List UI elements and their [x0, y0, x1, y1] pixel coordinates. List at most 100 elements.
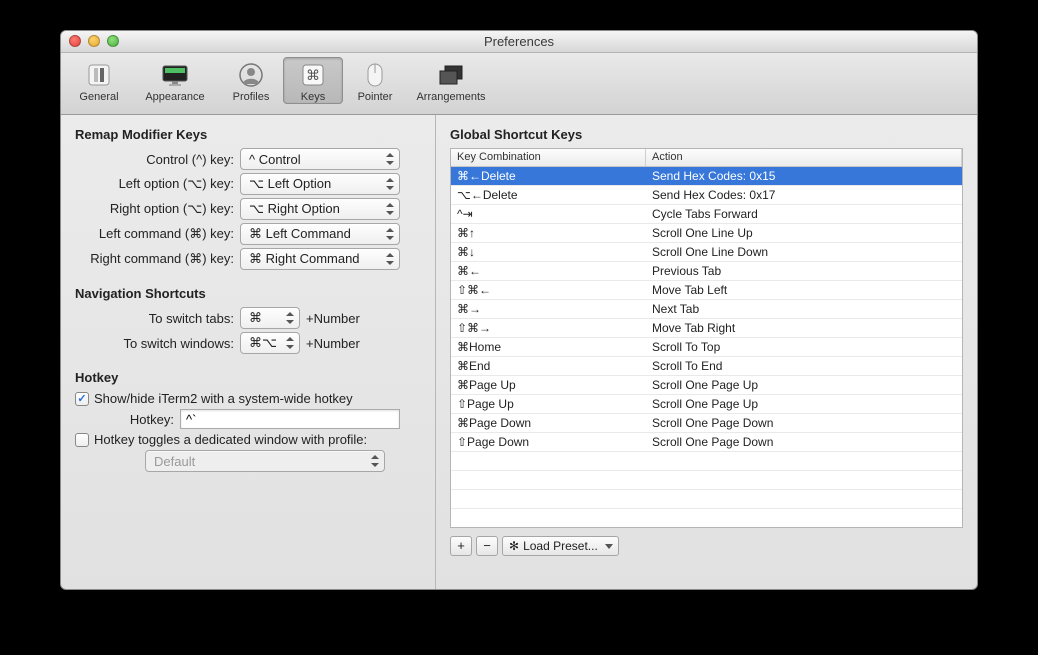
cell-key: ^⇥ [451, 205, 646, 223]
table-row[interactable]: ⌘Page UpScroll One Page Up [451, 376, 962, 395]
table-row[interactable]: ⌘→Next Tab [451, 300, 962, 319]
cell-key [451, 452, 646, 470]
gear-icon: ✻ [509, 539, 519, 553]
table-row[interactable]: ⌥←DeleteSend Hex Codes: 0x17 [451, 186, 962, 205]
table-row[interactable]: ⌘↑Scroll One Line Up [451, 224, 962, 243]
updown-caret-icon [385, 252, 395, 266]
table-row[interactable]: ^⇥Cycle Tabs Forward [451, 205, 962, 224]
cell-action [646, 490, 962, 508]
monitor-icon [159, 60, 191, 90]
toolbar-item-arrangements[interactable]: Arrangements [407, 57, 495, 104]
col-key-combination[interactable]: Key Combination [451, 149, 646, 166]
switch-tabs-select[interactable]: ⌘ [240, 307, 300, 329]
table-row[interactable]: ⌘←Previous Tab [451, 262, 962, 281]
cell-action: Previous Tab [646, 262, 962, 280]
switch-windows-label: To switch windows: [75, 336, 240, 351]
table-body: ⌘←DeleteSend Hex Codes: 0x15⌥←DeleteSend… [451, 167, 962, 527]
cell-key: ⌘↓ [451, 243, 646, 261]
updown-caret-icon [285, 336, 295, 350]
zoom-icon[interactable] [107, 35, 119, 47]
table-row[interactable]: ⌘HomeScroll To Top [451, 338, 962, 357]
updown-caret-icon [385, 227, 395, 241]
cell-action: Move Tab Left [646, 281, 962, 299]
updown-caret-icon [370, 454, 380, 468]
cell-key: ⌘↑ [451, 224, 646, 242]
command-key-icon: ⌘ [297, 60, 329, 90]
titlebar: Preferences [61, 31, 977, 53]
cell-key [451, 471, 646, 489]
close-icon[interactable] [69, 35, 81, 47]
cell-action: Scroll One Line Down [646, 243, 962, 261]
right-option-select[interactable]: ⌥ Right Option [240, 198, 400, 220]
cell-key [451, 509, 646, 527]
toolbar-item-pointer[interactable]: Pointer [345, 57, 405, 104]
table-row[interactable] [451, 471, 962, 490]
left-option-label: Left option (⌥) key: [75, 176, 240, 192]
cell-key: ⌘→ [451, 300, 646, 318]
remove-button[interactable]: − [476, 536, 498, 556]
control-key-label: Control (^) key: [75, 152, 240, 167]
preferences-window: Preferences General Appearance Profiles … [60, 30, 978, 590]
minimize-icon[interactable] [88, 35, 100, 47]
table-row[interactable] [451, 490, 962, 509]
table-row[interactable]: ⌘↓Scroll One Line Down [451, 243, 962, 262]
number-suffix: +Number [306, 311, 360, 326]
cell-key: ⇧Page Down [451, 433, 646, 451]
cell-key: ⌘Page Up [451, 376, 646, 394]
table-row[interactable] [451, 452, 962, 471]
cell-key: ⌘←Delete [451, 167, 646, 185]
toolbar-item-appearance[interactable]: Appearance [131, 57, 219, 104]
cell-key: ⇧⌘← [451, 281, 646, 299]
window-controls [69, 35, 119, 47]
switch-windows-select[interactable]: ⌘⌥ [240, 332, 300, 354]
cell-key: ⌥←Delete [451, 186, 646, 204]
table-row[interactable]: ⌘Page DownScroll One Page Down [451, 414, 962, 433]
hotkey-title: Hotkey [75, 370, 425, 385]
left-command-select[interactable]: ⌘ Left Command [240, 223, 400, 245]
cell-action: Scroll One Page Down [646, 414, 962, 432]
table-row[interactable] [451, 509, 962, 527]
right-pane: Global Shortcut Keys Key Combination Act… [436, 115, 977, 589]
left-pane: Remap Modifier Keys Control (^) key: ^ C… [61, 115, 436, 589]
number-suffix: +Number [306, 336, 360, 351]
cell-action: Send Hex Codes: 0x17 [646, 186, 962, 204]
cell-key: ⇧Page Up [451, 395, 646, 413]
col-action[interactable]: Action [646, 149, 962, 166]
cell-key: ⌘End [451, 357, 646, 375]
cell-key: ⌘Home [451, 338, 646, 356]
shortcuts-table[interactable]: Key Combination Action ⌘←DeleteSend Hex … [450, 148, 963, 528]
table-row[interactable]: ⇧⌘→Move Tab Right [451, 319, 962, 338]
cell-action [646, 452, 962, 470]
right-command-select[interactable]: ⌘ Right Command [240, 248, 400, 270]
toggles-checkbox[interactable] [75, 433, 89, 447]
table-row[interactable]: ⇧⌘←Move Tab Left [451, 281, 962, 300]
cell-action: Scroll To Top [646, 338, 962, 356]
cell-action: Next Tab [646, 300, 962, 318]
load-preset-button[interactable]: ✻ Load Preset... [502, 536, 619, 556]
toolbar: General Appearance Profiles ⌘ Keys Point… [61, 53, 977, 115]
toolbar-item-profiles[interactable]: Profiles [221, 57, 281, 104]
cell-action: Send Hex Codes: 0x15 [646, 167, 962, 185]
dropdown-caret-icon [605, 544, 613, 549]
left-option-select[interactable]: ⌥ Left Option [240, 173, 400, 195]
control-key-select[interactable]: ^ Control [240, 148, 400, 170]
showhide-checkbox[interactable] [75, 392, 89, 406]
toolbar-item-keys[interactable]: ⌘ Keys [283, 57, 343, 104]
updown-caret-icon [285, 311, 295, 325]
table-row[interactable]: ⌘←DeleteSend Hex Codes: 0x15 [451, 167, 962, 186]
nav-title: Navigation Shortcuts [75, 286, 425, 301]
updown-caret-icon [385, 177, 395, 191]
table-row[interactable]: ⇧Page UpScroll One Page Up [451, 395, 962, 414]
hotkey-input[interactable] [180, 409, 400, 429]
profile-select: Default [145, 450, 385, 472]
cell-key [451, 490, 646, 508]
cell-action: Scroll One Line Up [646, 224, 962, 242]
remap-title: Remap Modifier Keys [75, 127, 425, 142]
windows-stack-icon [435, 60, 467, 90]
add-button[interactable]: + [450, 536, 472, 556]
toolbar-item-general[interactable]: General [69, 57, 129, 104]
content: Remap Modifier Keys Control (^) key: ^ C… [61, 115, 977, 589]
table-row[interactable]: ⇧Page DownScroll One Page Down [451, 433, 962, 452]
table-row[interactable]: ⌘EndScroll To End [451, 357, 962, 376]
cell-action: Move Tab Right [646, 319, 962, 337]
